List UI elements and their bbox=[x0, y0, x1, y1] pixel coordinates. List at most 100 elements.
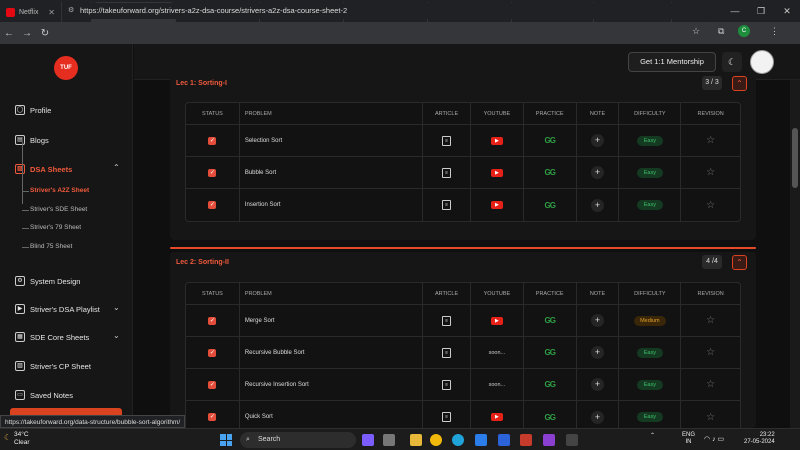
clock[interactable]: 23:22 27-05-2024 bbox=[744, 432, 775, 446]
youtube-icon[interactable]: ▶ bbox=[490, 201, 503, 209]
article-icon[interactable]: ≡ bbox=[442, 347, 452, 358]
section-title[interactable]: Lec 2: Sorting-II bbox=[176, 259, 229, 266]
weather-widget[interactable]: ☾ 34°C Clear bbox=[4, 431, 30, 447]
maximize-icon[interactable]: ❐ bbox=[748, 0, 774, 22]
bookmark-star-icon[interactable]: ☆ bbox=[692, 26, 700, 37]
store-icon[interactable] bbox=[475, 434, 487, 446]
chevron-icon[interactable]: ⌄ bbox=[113, 331, 120, 340]
youtube-icon[interactable]: ▶ bbox=[490, 136, 503, 145]
forward-icon[interactable]: → bbox=[18, 28, 36, 39]
chevron-icon[interactable]: ⌄ bbox=[113, 303, 120, 312]
youtube-icon[interactable]: ▶ bbox=[490, 168, 503, 177]
problem-name[interactable]: Merge Sort bbox=[240, 305, 424, 336]
problem-name[interactable]: Selection Sort bbox=[240, 125, 424, 156]
taskbar-search[interactable]: ⌕ Search bbox=[240, 432, 356, 448]
add-note-icon[interactable]: + bbox=[591, 410, 605, 424]
chrome-icon[interactable] bbox=[430, 434, 442, 446]
sidebar-subitem[interactable]: Striver's SDE Sheet bbox=[30, 206, 87, 213]
menu-icon[interactable]: ⋮ bbox=[770, 26, 779, 37]
sidebar-item[interactable]: ◯ Profile bbox=[15, 105, 51, 115]
status-checkbox[interactable]: ✓ bbox=[208, 380, 217, 389]
sidebar-item[interactable]: ▶ Striver's DSA Playlist bbox=[15, 304, 100, 314]
status-checkbox[interactable]: ✓ bbox=[208, 168, 217, 177]
dark-mode-toggle-icon[interactable]: ☾ bbox=[722, 52, 742, 72]
reload-icon[interactable]: ↻ bbox=[36, 28, 54, 39]
status-checkbox[interactable]: ✓ bbox=[208, 136, 217, 145]
edge-icon[interactable] bbox=[452, 434, 464, 446]
gfg-practice-icon[interactable]: GG bbox=[544, 136, 555, 145]
file-explorer-icon[interactable] bbox=[410, 434, 422, 446]
language-indicator[interactable]: ENG IN bbox=[682, 432, 695, 446]
back-icon[interactable]: ← bbox=[0, 28, 18, 39]
problem-name[interactable]: Recursive Bubble Sort bbox=[240, 337, 424, 368]
revision-star-icon[interactable]: ☆ bbox=[706, 200, 715, 211]
minimize-icon[interactable]: — bbox=[722, 0, 748, 22]
add-note-icon[interactable]: + bbox=[591, 314, 605, 327]
status-checkbox[interactable]: ✓ bbox=[208, 348, 217, 357]
gfg-practice-icon[interactable]: GG bbox=[544, 168, 555, 177]
office-icon[interactable] bbox=[520, 434, 532, 446]
gfg-practice-icon[interactable]: GG bbox=[544, 201, 555, 210]
windows-start-icon[interactable] bbox=[220, 434, 232, 446]
user-avatar[interactable] bbox=[750, 50, 774, 74]
revision-star-icon[interactable]: ☆ bbox=[706, 167, 715, 178]
add-note-icon[interactable]: + bbox=[591, 166, 605, 179]
sidebar-subitem[interactable]: Striver's 79 Sheet bbox=[30, 224, 81, 231]
article-icon[interactable]: ≡ bbox=[442, 167, 452, 178]
collapse-chevron-icon[interactable]: ⌃ bbox=[732, 255, 747, 270]
add-note-icon[interactable]: + bbox=[591, 134, 605, 147]
terminal-icon[interactable] bbox=[566, 434, 578, 446]
problem-name[interactable]: Insertion Sort bbox=[240, 189, 424, 221]
article-icon[interactable]: ≡ bbox=[442, 200, 452, 210]
sidebar-item[interactable]: ⚙ System Design bbox=[15, 276, 80, 286]
section-title[interactable]: Lec 1: Sorting-I bbox=[176, 80, 227, 87]
gfg-practice-icon[interactable]: GG bbox=[544, 413, 555, 422]
collapse-chevron-icon[interactable]: ⌃ bbox=[732, 76, 747, 91]
revision-star-icon[interactable]: ☆ bbox=[706, 135, 715, 146]
task-view-icon[interactable] bbox=[383, 434, 395, 446]
sidebar-item[interactable]: ▤ Blogs bbox=[15, 135, 49, 145]
problem-name[interactable]: Bubble Sort bbox=[240, 157, 424, 188]
gfg-practice-icon[interactable]: GG bbox=[544, 380, 555, 389]
status-checkbox[interactable]: ✓ bbox=[208, 201, 217, 209]
scrollbar-thumb[interactable] bbox=[792, 128, 798, 188]
article-icon[interactable]: ≡ bbox=[442, 412, 452, 422]
revision-star-icon[interactable]: ☆ bbox=[706, 347, 715, 358]
sidebar-item[interactable]: ▦ SDE Core Sheets bbox=[15, 332, 89, 342]
close-window-icon[interactable]: ✕ bbox=[774, 0, 800, 22]
add-note-icon[interactable]: + bbox=[591, 198, 605, 212]
mentorship-button[interactable]: Get 1:1 Mentorship bbox=[628, 52, 716, 72]
gfg-practice-icon[interactable]: GG bbox=[544, 316, 555, 325]
extensions-icon[interactable]: ⧉ bbox=[718, 26, 724, 37]
tray-chevron-icon[interactable]: ⌃ bbox=[650, 432, 655, 439]
youtube-icon[interactable]: ▶ bbox=[490, 316, 503, 325]
chevron-icon[interactable]: ⌃ bbox=[113, 163, 120, 172]
sidebar-subitem[interactable]: Striver's A2Z Sheet bbox=[30, 187, 89, 194]
revision-star-icon[interactable]: ☆ bbox=[706, 412, 715, 423]
system-tray-icons[interactable]: ◠ ♪ ▭ bbox=[704, 435, 724, 443]
tab-close-icon[interactable]: ✕ bbox=[44, 8, 55, 17]
copilot-icon[interactable] bbox=[362, 434, 374, 446]
profile-avatar-button[interactable]: C bbox=[738, 25, 750, 37]
sidebar-subitem[interactable]: Blind 75 Sheet bbox=[30, 243, 72, 250]
sidebar-item[interactable]: ▭ Saved Notes bbox=[15, 390, 73, 400]
revision-star-icon[interactable]: ☆ bbox=[706, 315, 715, 326]
article-icon[interactable]: ≡ bbox=[442, 315, 452, 326]
status-checkbox[interactable]: ✓ bbox=[208, 316, 217, 325]
address-bar[interactable]: ⚙ https://takeuforward.org/strivers-a2z-… bbox=[62, 3, 712, 19]
article-icon[interactable]: ≡ bbox=[442, 379, 452, 390]
add-note-icon[interactable]: + bbox=[591, 378, 605, 391]
sidebar-item[interactable]: ▧ Striver's CP Sheet bbox=[15, 361, 91, 371]
site-info-icon[interactable]: ⚙ bbox=[68, 3, 74, 19]
revision-star-icon[interactable]: ☆ bbox=[706, 379, 715, 390]
tuf-logo[interactable]: TUF bbox=[54, 56, 78, 80]
article-icon[interactable]: ≡ bbox=[442, 135, 452, 146]
status-checkbox[interactable]: ✓ bbox=[208, 413, 217, 421]
youtube-icon[interactable]: ▶ bbox=[490, 413, 503, 421]
add-note-icon[interactable]: + bbox=[591, 346, 605, 359]
onenote-icon[interactable] bbox=[543, 434, 555, 446]
problem-name[interactable]: Recursive Insertion Sort bbox=[240, 369, 424, 400]
mail-icon[interactable] bbox=[498, 434, 510, 446]
gfg-practice-icon[interactable]: GG bbox=[544, 348, 555, 357]
browser-tab[interactable]: Netflix ✕ bbox=[0, 2, 62, 22]
